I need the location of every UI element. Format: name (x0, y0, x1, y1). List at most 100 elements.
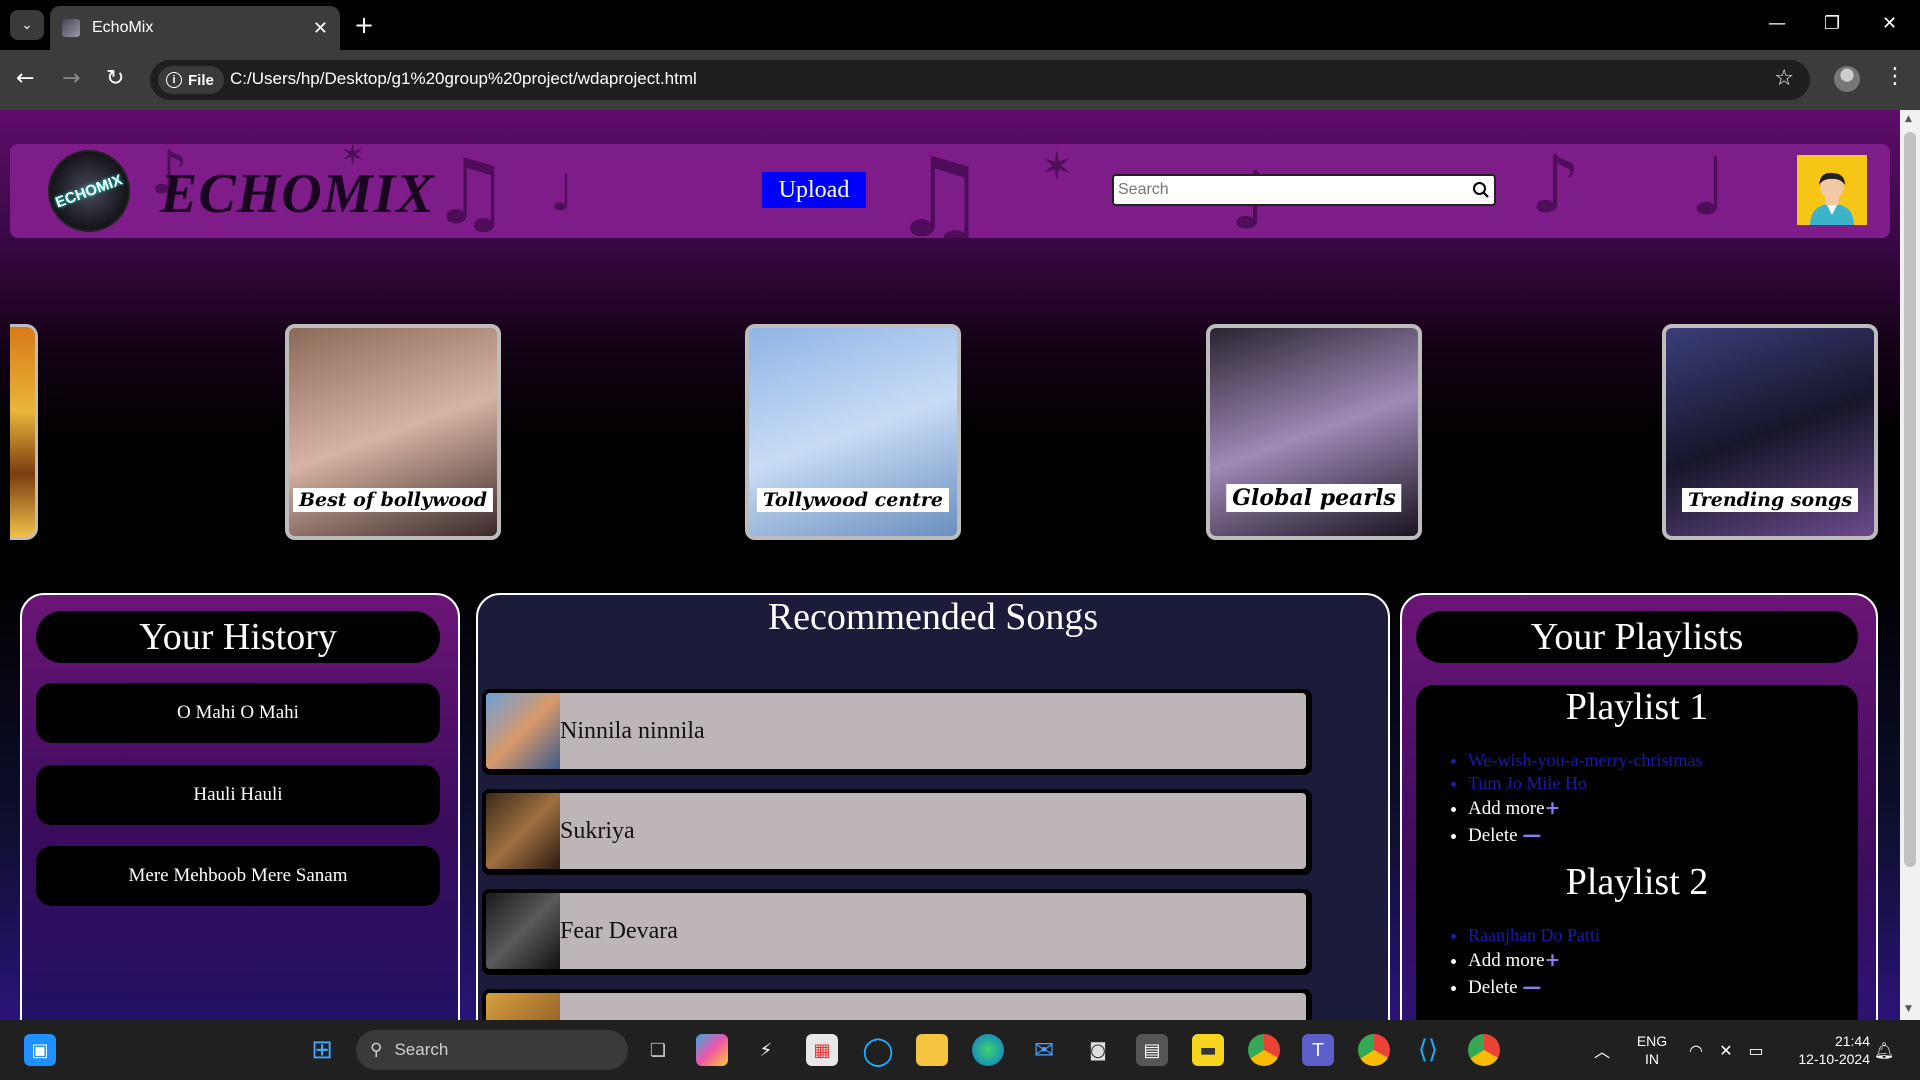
battery-icon[interactable]: ▭ (1740, 1034, 1772, 1066)
song-thumbnail (486, 793, 560, 869)
widgets-icon[interactable]: ▣ (24, 1034, 56, 1066)
add-more-button[interactable]: Add more+ (1468, 947, 1600, 974)
mail-icon[interactable]: ✉ (1028, 1034, 1060, 1066)
app-icon[interactable]: ⚡ (750, 1034, 782, 1066)
lang-line2: IN (1645, 1051, 1659, 1067)
address-bar[interactable]: i File C:/Users/hp/Desktop/g1%20group%20… (150, 60, 1810, 100)
search-icon[interactable] (1472, 181, 1490, 199)
microsoft-store-icon[interactable]: ▦ (806, 1034, 838, 1066)
scroll-down-icon[interactable]: ▼ (1905, 1004, 1912, 1014)
search-input[interactable]: Search (1112, 174, 1496, 206)
recommended-title: Recommended Songs (767, 596, 1099, 638)
carousel-card-trending[interactable]: Trending songs (1662, 324, 1878, 540)
song-row[interactable]: Ninnila ninnila (482, 689, 1312, 775)
more-menu-icon[interactable]: ⋮ (1884, 64, 1906, 89)
delete-button[interactable]: Delete — (1468, 822, 1702, 849)
forward-arrow-icon[interactable]: → (62, 66, 80, 92)
wifi-icon[interactable]: ◠ (1680, 1034, 1712, 1066)
chrome-active-icon[interactable] (1358, 1034, 1390, 1066)
site-info-chip[interactable]: i File (158, 66, 224, 94)
chrome-profile-icon[interactable] (1468, 1034, 1500, 1066)
minus-icon[interactable]: — (1522, 824, 1541, 846)
scrollbar-thumb[interactable] (1904, 132, 1916, 867)
task-view-icon[interactable]: ❏ (642, 1034, 674, 1066)
carousel-card-bollywood[interactable]: Best of bollywood (285, 324, 501, 540)
teams-icon[interactable]: T (1302, 1034, 1334, 1066)
song-row[interactable]: Sukriya (482, 789, 1312, 875)
playlist-song-link[interactable]: Raanjhan Do Patti (1468, 924, 1600, 947)
echomix-logo[interactable]: ECHOMIX (48, 150, 130, 232)
history-panel: Your History O Mahi O Mahi Hauli Hauli M… (20, 593, 460, 1020)
history-item[interactable]: Mere Mehboob Mere Sanam (36, 846, 440, 906)
upload-button[interactable]: Upload (762, 172, 866, 208)
clock[interactable]: 21:44 12-10-2024 (1782, 1032, 1870, 1068)
volume-muted-icon[interactable]: ✕ (1710, 1034, 1742, 1066)
camera-icon[interactable]: ◙ (1082, 1034, 1114, 1066)
add-more-button[interactable]: Add more+ (1468, 795, 1702, 822)
taskbar-search[interactable]: ⚲ Search (356, 1030, 628, 1070)
file-explorer-icon[interactable] (916, 1034, 948, 1066)
history-title: Your History (36, 611, 440, 663)
music-note-decoration-icon: ♫ (430, 144, 511, 238)
taskbar-search-icon: ⚲ (370, 1040, 383, 1059)
plus-icon[interactable]: + (1545, 949, 1561, 971)
browser-tab-strip: ⌄ EchoMix ✕ + — ❐ ✕ (0, 0, 1920, 50)
user-avatar-icon[interactable] (1797, 155, 1867, 225)
sticky-notes-icon[interactable]: ▬ (1192, 1034, 1224, 1066)
profile-avatar-icon[interactable] (1834, 66, 1860, 92)
info-icon: i (166, 72, 182, 88)
carousel-card-tollywood[interactable]: Tollywood centre (745, 324, 961, 540)
reload-icon[interactable]: ↻ (106, 66, 124, 92)
copilot-icon[interactable] (696, 1034, 728, 1066)
page-scrollbar[interactable]: ▲ ▼ (1900, 110, 1920, 1020)
song-thumbnail (486, 993, 560, 1020)
music-note-decoration-icon: ♪ (1530, 144, 1582, 231)
edge-icon[interactable] (972, 1034, 1004, 1066)
logo-text: ECHOMIX (53, 171, 125, 211)
playlist-songs: Raanjhan Do Patti Add more+ Delete — (1468, 924, 1600, 1001)
chrome-icon[interactable] (1248, 1034, 1280, 1066)
close-window-icon[interactable]: ✕ (1882, 10, 1897, 38)
music-note-decoration-icon: ♩ (1690, 144, 1728, 233)
minus-icon[interactable]: — (1522, 976, 1541, 998)
browser-tab[interactable]: EchoMix ✕ (50, 6, 340, 50)
music-note-decoration-icon: ♫ (890, 144, 989, 238)
recommended-panel: Recommended Songs Ninnila ninnila Sukriy… (476, 593, 1390, 1020)
playlists-panel: Your Playlists Playlist 1 We-wish-you-a-… (1400, 593, 1878, 1020)
bookmark-star-icon[interactable]: ☆ (1774, 66, 1794, 91)
playlist-song-link[interactable]: We-wish-you-a-merry-christmas (1468, 749, 1702, 772)
new-tab-button[interactable]: + (354, 10, 374, 40)
plus-icon[interactable]: + (1545, 797, 1561, 819)
vscode-icon[interactable]: ⟨⟩ (1412, 1034, 1444, 1066)
add-more-label: Add more (1468, 950, 1545, 971)
history-item[interactable]: Hauli Hauli (36, 765, 440, 825)
minimize-icon[interactable]: — (1768, 10, 1786, 38)
windows-start-icon[interactable]: ⊞ (306, 1034, 338, 1066)
song-row[interactable] (482, 989, 1312, 1020)
delete-button[interactable]: Delete — (1468, 974, 1600, 1001)
playlist-songs: We-wish-you-a-merry-christmas Tum Jo Mil… (1468, 749, 1702, 849)
tab-search-chevron-icon[interactable]: ⌄ (10, 10, 44, 40)
playlist-song-link[interactable]: Tum Jo Mile Ho (1468, 772, 1702, 795)
music-note-decoration-icon: ♩ (550, 164, 574, 222)
brand-title: ECHOMIX (160, 163, 435, 225)
carousel-card-partial[interactable] (10, 324, 38, 540)
page-viewport: ♪ ♫ ♩ ♫ ✶ ♪ ♪ ♩ ✶ ECHOMIX ECHOMIX Upload… (0, 110, 1900, 1020)
language-indicator[interactable]: ENG IN (1634, 1032, 1670, 1068)
carousel-card-global[interactable]: Global pearls (1206, 324, 1422, 540)
url-text[interactable]: C:/Users/hp/Desktop/g1%20group%20project… (230, 69, 697, 89)
song-title: Ninnila ninnila (560, 717, 705, 744)
song-row[interactable]: Fear Devara (482, 889, 1312, 975)
notification-bell-icon[interactable]: 🔔︎ (1868, 1034, 1900, 1066)
back-arrow-icon[interactable]: ← (16, 66, 34, 92)
scroll-up-icon[interactable]: ▲ (1905, 114, 1912, 124)
tab-close-icon[interactable]: ✕ (313, 18, 328, 39)
history-item[interactable]: O Mahi O Mahi (36, 683, 440, 743)
song-thumbnail (486, 893, 560, 969)
show-hidden-icons-chevron[interactable]: ︿ (1586, 1034, 1618, 1066)
card-label: Best of bollywood (292, 488, 494, 512)
cortana-icon[interactable]: ◯ (862, 1034, 894, 1067)
windows-taskbar: ▣ ⊞ ⚲ Search ❏ ⚡ ▦ ◯ ✉ ◙ ▤ ▬ T ⟨⟩ ︿ ENG … (0, 1020, 1920, 1080)
calculator-icon[interactable]: ▤ (1136, 1034, 1168, 1066)
restore-icon[interactable]: ❐ (1824, 10, 1840, 38)
